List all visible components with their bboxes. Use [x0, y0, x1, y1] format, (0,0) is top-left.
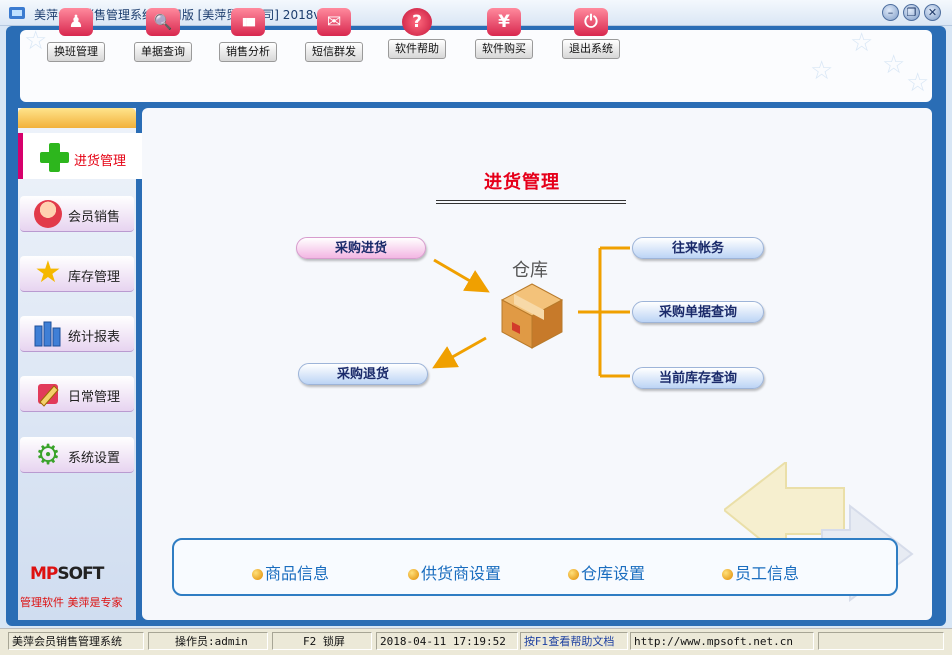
status-empty-cell [818, 632, 944, 650]
link-label: 商品信息 [265, 564, 330, 583]
sidebar-slogan: 管理软件 美萍是专家 [20, 596, 123, 609]
decor-star-icon: ☆ [882, 50, 906, 80]
power-icon: ⏻ [574, 8, 608, 36]
sidebar-item-label: 统计报表 [68, 330, 121, 345]
link-warehouse-settings[interactable]: 仓库设置 [568, 560, 645, 584]
restore-button[interactable]: ❐ [903, 4, 920, 21]
app-icon [8, 5, 26, 21]
close-icon: ✕ [927, 6, 938, 19]
magnifier-icon: 🔍 [146, 8, 180, 36]
member-icon [34, 200, 62, 228]
bullet-icon [722, 569, 733, 580]
toolbar-label: 销售分析 [219, 42, 277, 62]
sidebar [18, 108, 136, 620]
toolbar-button-sms[interactable]: ✉ 短信群发 [304, 6, 364, 64]
sidebar-item-settings[interactable]: ⚙ 系统设置 [20, 437, 134, 473]
purchase-return-button[interactable]: 采购退货 [298, 363, 428, 385]
toolbar-label: 换班管理 [47, 42, 105, 62]
plus-icon [40, 152, 69, 163]
sidebar-item-inventory[interactable]: ★ 库存管理 [20, 256, 134, 292]
sidebar-active-label: 进货管理 [74, 154, 127, 169]
warehouse-box-icon[interactable] [498, 280, 566, 350]
sidebar-item-label: 会员销售 [68, 210, 121, 225]
toolbar-label: 单据查询 [134, 42, 192, 62]
toolbar-label: 短信群发 [305, 42, 363, 62]
user-switch-icon: ♟ [59, 8, 93, 36]
envelope-icon: ✉ [317, 8, 351, 36]
help-icon: ? [402, 8, 432, 36]
bar-chart-icon: ▮▮▮ [231, 8, 265, 36]
toolbar-label: 软件购买 [475, 39, 533, 59]
sidebar-item-reports[interactable]: 统计报表 [20, 316, 134, 352]
minimize-icon: – [887, 6, 894, 19]
pencil-icon [34, 380, 62, 408]
status-help[interactable]: 按F1查看帮助文档 [520, 632, 628, 650]
restore-icon: ❐ [906, 6, 917, 19]
sidebar-item-daily[interactable]: 日常管理 [20, 376, 134, 412]
toolbar-button-document-query[interactable]: 🔍 单据查询 [133, 6, 193, 64]
purchase-document-query-button[interactable]: 采购单据查询 [632, 301, 764, 323]
toolbar-label: 软件帮助 [388, 39, 446, 59]
sidebar-item-label: 系统设置 [68, 451, 121, 466]
decor-star-icon: ☆ [850, 28, 874, 58]
title-underline [436, 203, 626, 204]
decor-star-icon: ☆ [24, 26, 48, 56]
accounts-button[interactable]: 往来帐务 [632, 237, 764, 259]
link-product-info[interactable]: 商品信息 [252, 560, 329, 584]
toolbar-button-exit[interactable]: ⏻ 退出系统 [561, 6, 621, 64]
status-app-name: 美萍会员销售管理系统 [8, 632, 144, 650]
title-underline [436, 200, 626, 201]
toolbar-label: 退出系统 [562, 39, 620, 59]
purchase-in-button[interactable]: 采购进货 [296, 237, 426, 259]
toolbar-button-sales-analysis[interactable]: ▮▮▮ 销售分析 [218, 6, 278, 64]
status-datetime: 2018-04-11 17:19:52 [376, 632, 518, 650]
decor-star-icon: ☆ [810, 56, 834, 86]
bullet-icon [408, 569, 419, 580]
link-employee-info[interactable]: 员工信息 [722, 560, 799, 584]
decor-star-icon: ☆ [906, 68, 930, 98]
sidebar-item-label: 库存管理 [68, 270, 121, 285]
toolbar-button-purchase[interactable]: ¥ 软件购买 [474, 6, 534, 64]
page-title: 进货管理 [484, 172, 560, 193]
link-label: 员工信息 [735, 564, 800, 583]
mpsoft-logo: MPSOFT [30, 564, 104, 584]
bullet-icon [252, 569, 263, 580]
link-label: 仓库设置 [581, 564, 646, 583]
link-supplier-settings[interactable]: 供货商设置 [408, 560, 501, 584]
toolbar-button-shift[interactable]: ♟ 换班管理 [46, 6, 106, 64]
yen-icon: ¥ [487, 8, 521, 36]
bullet-icon [568, 569, 579, 580]
minimize-button[interactable]: – [882, 4, 899, 21]
report-bars-icon [34, 320, 62, 348]
sidebar-item-member-sales[interactable]: 会员销售 [20, 196, 134, 232]
close-button[interactable]: ✕ [924, 4, 941, 21]
warehouse-label: 仓库 [512, 260, 548, 281]
status-operator: 操作员:admin [148, 632, 268, 650]
link-label: 供货商设置 [421, 564, 502, 583]
status-lock[interactable]: F2 锁屏 [272, 632, 372, 650]
star-icon: ★ [34, 255, 62, 290]
sidebar-header-strip [18, 108, 136, 128]
sidebar-item-label: 日常管理 [68, 390, 121, 405]
status-url[interactable]: http://www.mpsoft.net.cn [630, 632, 814, 650]
current-stock-query-button[interactable]: 当前库存查询 [632, 367, 764, 389]
gear-icon: ⚙ [35, 438, 61, 471]
toolbar-button-help[interactable]: ? 软件帮助 [387, 6, 447, 64]
